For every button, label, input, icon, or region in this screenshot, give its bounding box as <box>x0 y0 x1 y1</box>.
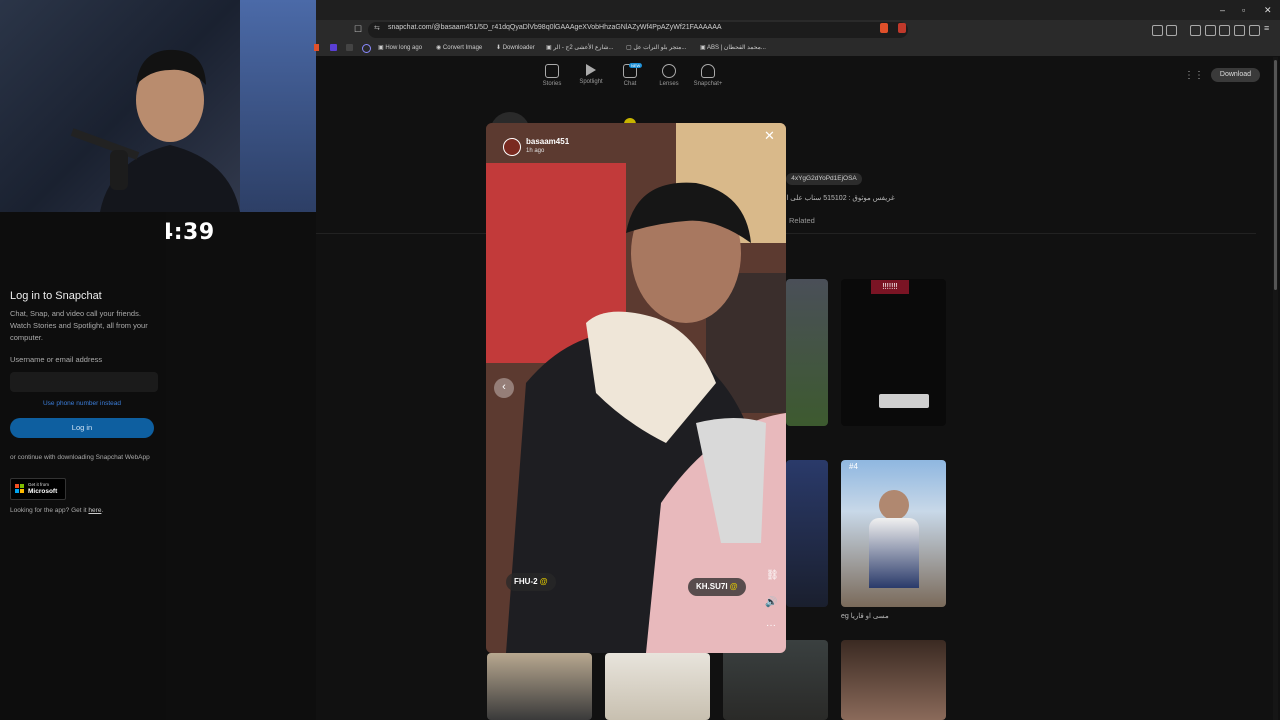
bookmark-item[interactable]: ▣ How long ago <box>378 44 422 51</box>
bookmarks-bar: ▣ How long ago ◉ Convert Image ⬇ Downloa… <box>314 40 1280 57</box>
scrollbar-thumb[interactable] <box>1274 60 1277 290</box>
story-username[interactable]: basaam451 <box>526 137 569 146</box>
username-input[interactable] <box>10 372 158 392</box>
spotlight-thumbnail[interactable]: !!!!!!! <box>841 279 946 426</box>
leo-icon[interactable] <box>1234 25 1245 36</box>
nav-spotlight[interactable]: Spotlight <box>571 64 611 85</box>
mention-tag-right[interactable]: KH.SU7I @ <box>688 578 746 596</box>
login-panel <box>0 212 166 720</box>
close-window-button[interactable]: ✕ <box>1264 5 1272 16</box>
maximize-button[interactable]: ▫ <box>1242 5 1245 15</box>
brave-shield-icon[interactable] <box>880 23 888 33</box>
ms-badge-get-text: Get it from <box>28 482 50 487</box>
spotlight-thumbnail[interactable] <box>605 653 710 720</box>
thumbnail-caption: eg مسى او قاريا <box>841 613 889 620</box>
spotlight-thumbnail[interactable] <box>487 653 592 720</box>
puzzle-icon[interactable] <box>1166 25 1177 36</box>
more-options-icon[interactable]: ··· <box>766 620 776 631</box>
download-button[interactable]: Download <box>1211 68 1260 82</box>
webcam-overlay <box>0 0 316 212</box>
story-time: 1h ago <box>526 148 545 154</box>
nav-lenses[interactable]: Lenses <box>649 64 689 87</box>
vpn-icon[interactable] <box>1249 25 1260 36</box>
bookmark-icon[interactable] <box>330 44 337 51</box>
site-info-icon[interactable]: ⇆ <box>374 24 380 32</box>
story-avatar[interactable] <box>503 138 521 156</box>
continue-text: or continue with downloading Snapchat We… <box>10 454 150 461</box>
brave-rewards-icon[interactable] <box>898 23 906 33</box>
streamer-image <box>70 49 240 212</box>
stories-icon <box>545 64 559 78</box>
new-badge: NEW <box>629 63 643 68</box>
bookmark-icon[interactable] <box>362 44 371 53</box>
ms-badge-name: Microsoft <box>28 488 58 495</box>
username-label: Username or email address <box>10 355 103 364</box>
bookmark-icon[interactable] <box>346 44 353 51</box>
sidebar-icon[interactable] <box>1205 25 1216 36</box>
lenses-icon <box>662 64 676 78</box>
music-icon[interactable] <box>1190 25 1201 36</box>
snapchat-plus-icon <box>701 64 715 78</box>
login-title: Log in to Snapchat <box>10 290 102 302</box>
microsoft-logo-icon <box>15 484 19 488</box>
nav-stories[interactable]: Stories <box>532 64 572 87</box>
bookmark-item[interactable]: ⬇ Downloader <box>496 44 535 51</box>
bookmark-item[interactable]: ▢ متجر بلو النرات عل... <box>626 44 686 51</box>
profile-handle[interactable]: 4xYgG2dYoPd1EjOSA <box>786 173 862 185</box>
spotlight-thumbnail[interactable] <box>786 279 828 426</box>
bookmark-item[interactable]: ◉ Convert Image <box>436 44 482 51</box>
extension-icon[interactable] <box>1152 25 1163 36</box>
share-link-icon[interactable]: ⛓ <box>766 570 779 581</box>
bookmark-star-icon[interactable]: ☐ <box>354 24 362 35</box>
url-text: snapchat.com/@basaam451/5D_r41dqQyaDlVb9… <box>388 24 722 31</box>
close-story-button[interactable]: ✕ <box>764 128 775 144</box>
apps-grid-icon[interactable]: ⋮⋮ <box>1184 70 1204 81</box>
looking-for-app: Looking for the app? Get it here. <box>10 507 104 514</box>
spotlight-thumbnail[interactable]: #4 <box>841 460 946 607</box>
previous-story-button[interactable]: ‹ <box>494 378 514 398</box>
spotlight-thumbnail[interactable] <box>786 460 828 607</box>
volume-icon[interactable]: 🔊 <box>765 597 777 608</box>
wallet-icon[interactable] <box>1219 25 1230 36</box>
login-description: Chat, Snap, and video call your friends.… <box>10 309 148 342</box>
bookmark-item[interactable]: ▣ ABS | محمد القحطان... <box>700 44 766 51</box>
login-button[interactable]: Log in <box>10 418 154 438</box>
use-phone-link[interactable]: Use phone number instead <box>10 400 154 407</box>
tab-related[interactable]: Related <box>789 216 815 225</box>
thumbnail-text: #4 <box>849 462 858 471</box>
minimize-button[interactable]: – <box>1220 5 1225 15</box>
thumbnail-text: !!!!!!! <box>871 280 909 294</box>
spotlight-icon <box>586 64 596 76</box>
menu-icon[interactable]: ≡ <box>1264 23 1269 33</box>
looking-text: Looking for the app? Get it <box>10 507 87 514</box>
divider <box>316 233 1256 234</box>
bookmark-icon[interactable] <box>314 44 319 51</box>
nav-snapchat-plus[interactable]: Snapchat+ <box>688 64 728 87</box>
mention-tag-left[interactable]: FHU-2 @ <box>506 573 556 591</box>
spotlight-thumbnail[interactable] <box>841 640 946 720</box>
browser-tabstrip: – ▫ ✕ <box>316 0 1280 20</box>
bookmark-item[interactable]: ▣ شارع الأعشى 2ج - الر... <box>546 44 613 51</box>
here-link[interactable]: here <box>88 507 101 514</box>
